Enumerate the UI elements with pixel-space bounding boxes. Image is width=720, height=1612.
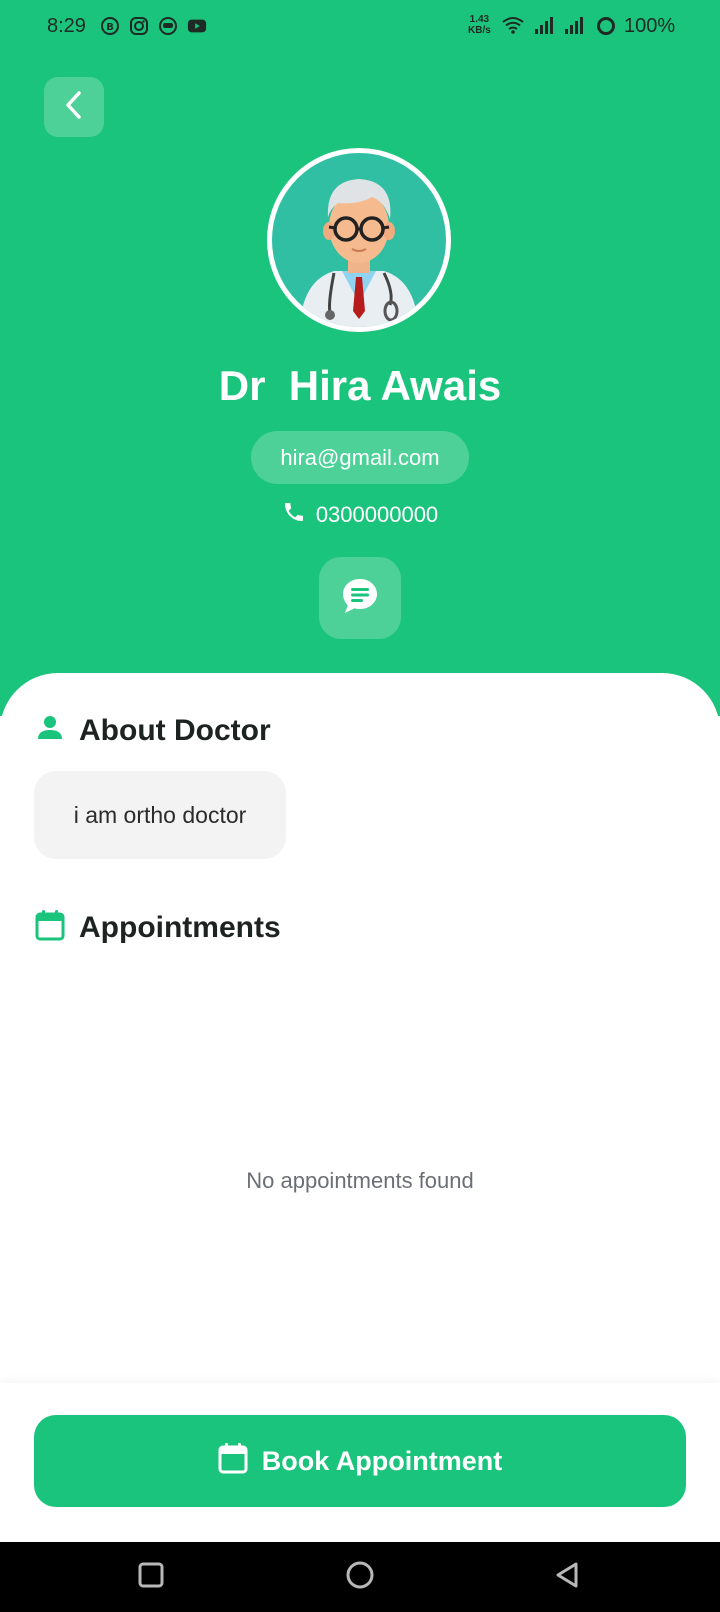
phone-number: 0300000000 xyxy=(315,502,439,527)
person-icon xyxy=(35,713,65,748)
notification-icons: B xyxy=(100,16,207,36)
doctor-avatar xyxy=(267,148,451,332)
back-button[interactable] xyxy=(44,77,104,137)
home-button[interactable] xyxy=(339,1556,381,1598)
b-icon: B xyxy=(100,16,120,36)
about-text-box: i am ortho doctor xyxy=(34,771,286,859)
chat-button[interactable] xyxy=(319,557,401,639)
appointments-section-header: Appointments xyxy=(35,909,281,946)
signal-icon-2 xyxy=(564,15,586,40)
phone-row[interactable]: 0300000000 xyxy=(0,500,720,530)
status-bar: 8:29 B 1.43 KB/s 100% xyxy=(0,0,720,56)
about-section-header: About Doctor xyxy=(35,713,271,748)
bottom-action-bar: Book Appointment xyxy=(0,1383,720,1542)
book-appointment-label: Book Appointment xyxy=(261,1445,503,1476)
network-speed: 1.43 KB/s xyxy=(468,14,491,36)
avatar-image xyxy=(272,153,446,327)
youtube-icon xyxy=(187,16,207,36)
battery-percentage: 100% xyxy=(624,15,676,37)
appointments-title: Appointments xyxy=(79,910,281,944)
about-title: About Doctor xyxy=(79,713,271,747)
calendar-icon xyxy=(218,1442,248,1481)
battery-saver-icon xyxy=(596,16,616,41)
email-badge: hira@gmail.com xyxy=(251,431,469,484)
content-card: About Doctor i am ortho doctor Appointme… xyxy=(0,673,720,1383)
book-appointment-button[interactable]: Book Appointment xyxy=(34,1415,686,1507)
robot-icon xyxy=(158,16,178,36)
recents-button[interactable] xyxy=(130,1556,172,1598)
email-text: hira@gmail.com xyxy=(280,444,440,470)
phone-icon xyxy=(282,500,306,530)
triangle-back-icon xyxy=(553,1561,581,1594)
empty-appointments-message: No appointments found xyxy=(246,1168,474,1193)
net-speed-value: 1.43 xyxy=(469,14,490,25)
circle-icon xyxy=(345,1560,375,1595)
chevron-left-icon xyxy=(61,90,87,125)
svg-text:B: B xyxy=(106,22,114,33)
instagram-icon xyxy=(129,16,149,36)
about-text: i am ortho doctor xyxy=(73,801,247,828)
status-time: 8:29 xyxy=(47,15,86,37)
back-nav-button[interactable] xyxy=(546,1556,588,1598)
square-icon xyxy=(137,1561,165,1594)
calendar-icon xyxy=(35,909,65,946)
chat-bubble-icon xyxy=(340,576,380,621)
doctor-name: Dr Hira Awais xyxy=(218,362,502,409)
signal-icon-1 xyxy=(534,15,556,40)
system-navigation-bar xyxy=(0,1542,720,1612)
net-speed-unit: KB/s xyxy=(468,25,491,36)
wifi-icon xyxy=(502,15,524,40)
